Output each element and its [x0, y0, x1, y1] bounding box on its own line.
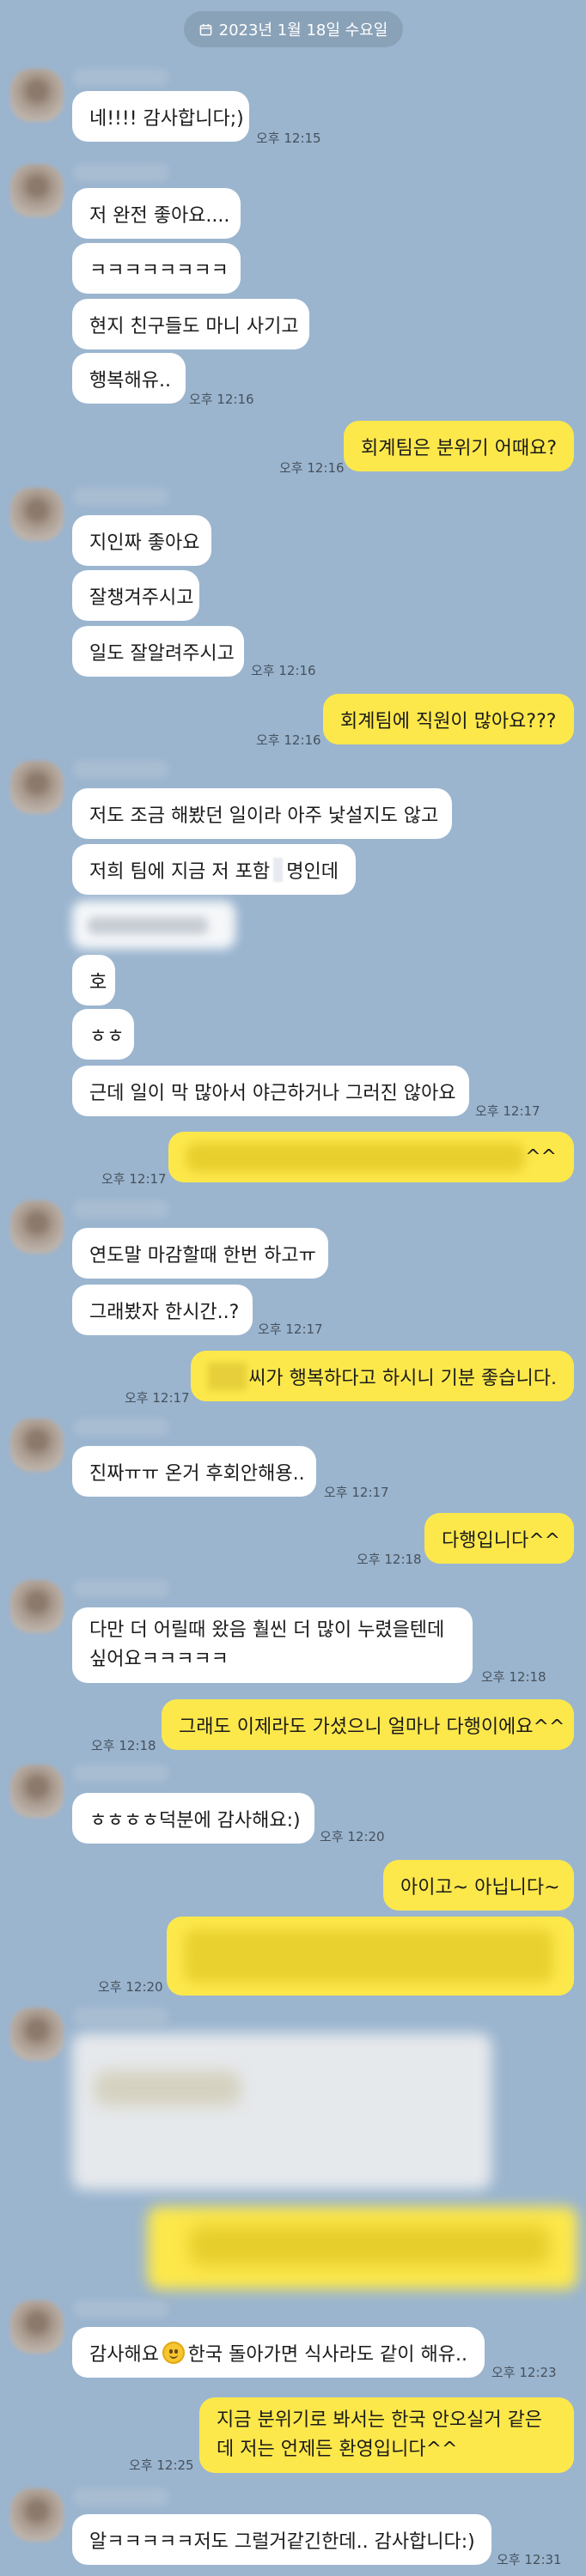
message-time: 오후 12:17 [324, 1485, 389, 1500]
message-time: 오후 12:25 [129, 2458, 194, 2473]
sender-name [74, 1419, 168, 1436]
avatar[interactable] [10, 488, 64, 541]
message-time: 오후 12:18 [357, 1552, 422, 1567]
message-time: 오후 12:16 [189, 392, 254, 407]
avatar[interactable] [10, 1419, 64, 1472]
message-bubble[interactable]: 지인짜 좋아요 [72, 515, 211, 566]
avatar[interactable] [10, 1200, 64, 1254]
avatar[interactable] [10, 1580, 64, 1633]
date-text: 2023년 1월 18일 수요일 [218, 21, 388, 39]
message-bubble[interactable]: 감사해요 한국 돌아가면 식사라도 같이 해유.. [72, 2327, 485, 2378]
message-text: 저희 팀에 지금 저 포함 [89, 860, 271, 883]
message-bubble[interactable]: 일도 잘알려주시고 [72, 626, 244, 677]
message-time: 오후 12:16 [256, 732, 321, 748]
sender-name [74, 2488, 168, 2506]
sender-name [74, 69, 168, 86]
sender-name [74, 2008, 168, 2025]
message-time: 오후 12:20 [98, 1979, 163, 1995]
message-bubble[interactable]: ㅎㅎㅎㅎ덕분에 감사해요:) [72, 1793, 314, 1844]
smile-emoji-icon [162, 2341, 185, 2364]
message-bubble[interactable]: 네!!!! 감사합니다;) [72, 91, 249, 142]
avatar[interactable] [10, 69, 64, 122]
sender-name [74, 1580, 168, 1597]
message-time: 오후 12:17 [475, 1103, 540, 1119]
message-bubble[interactable]: 지금 분위기로 봐서는 한국 안오실거 같은데 저는 언제든 환영입니다^^ [199, 2397, 574, 2473]
sender-name [74, 1200, 168, 1218]
redacted-image-detail [95, 2071, 241, 2105]
redacted-text [184, 1929, 553, 1983]
sender-name [74, 488, 168, 505]
calendar-icon [199, 23, 211, 35]
message-text: 한국 돌아가면 식사라도 같이 해유.. [187, 2343, 467, 2366]
message-bubble[interactable]: 현지 친구들도 마니 사기고 [72, 299, 309, 349]
redacted-number [273, 857, 284, 882]
message-bubble[interactable]: 진짜ㅠㅠ 온거 후회안해용.. [72, 1446, 316, 1497]
message-time: 오후 12:17 [258, 1321, 323, 1337]
redacted-name [208, 1362, 247, 1390]
redacted-image[interactable] [72, 2033, 491, 2190]
message-bubble[interactable]: 근데 일이 막 많아서 야근하거나 그러진 않아요 [72, 1066, 469, 1116]
avatar[interactable] [10, 1765, 64, 1818]
redacted-text [189, 2226, 550, 2265]
message-time: 오후 12:31 [497, 2552, 562, 2567]
message-text: 명인데 [286, 860, 339, 883]
message-bubble[interactable]: 아이고~ 아닙니다~ [383, 1860, 574, 1911]
message-time: 오후 12:18 [481, 1669, 546, 1685]
message-time: 오후 12:20 [320, 1829, 385, 1844]
message-bubble[interactable]: ^^ [168, 1132, 574, 1182]
avatar[interactable] [10, 2300, 64, 2354]
message-bubble[interactable]: 저희 팀에 지금 저 포함 명인데 [72, 844, 356, 895]
message-bubble[interactable]: 저 완전 좋아요.... [72, 188, 241, 239]
message-time: 오후 12:17 [125, 1390, 190, 1406]
message-time: 오후 12:23 [491, 2365, 557, 2380]
message-time: 오후 12:18 [91, 1738, 156, 1753]
sender-name [74, 761, 168, 778]
message-bubble[interactable]: 알ㅋㅋㅋㅋㅋ저도 그럴거같긴한데.. 감사합니다:) [72, 2514, 491, 2565]
avatar[interactable] [10, 761, 64, 814]
message-bubble[interactable]: 연도말 마감할때 한번 하고ㅠ [72, 1228, 328, 1279]
sender-name [74, 2300, 168, 2318]
message-bubble[interactable]: 다만 더 어릴때 왔음 훨씬 더 많이 누렸을텐데싶어요ㅋㅋㅋㅋㅋ [72, 1607, 473, 1683]
message-time: 오후 12:16 [251, 663, 316, 678]
message-bubble[interactable]: ㅋㅋㅋㅋㅋㅋㅋㅋ [72, 243, 241, 294]
message-bubble[interactable]: 행복해유.. [72, 353, 186, 404]
message-bubble[interactable]: 저도 조금 해봤던 일이라 아주 낯설지도 않고 [72, 788, 452, 839]
message-bubble[interactable]: 잘챙겨주시고 [72, 570, 199, 621]
message-text: 씨가 행복하다고 하시니 기분 좋습니다. [248, 1367, 557, 1389]
message-bubble[interactable]: 그래도 이제라도 가셨으니 얼마나 다행이에요^^ [162, 1699, 574, 1750]
message-bubble[interactable]: 회계팀에 직원이 많아요??? [323, 694, 574, 744]
message-bubble[interactable]: 회계팀은 분위기 어때요? [344, 421, 574, 471]
message-bubble[interactable] [167, 1917, 574, 1996]
message-bubble[interactable]: 씨가 행복하다고 하시니 기분 좋습니다. [191, 1351, 574, 1401]
avatar[interactable] [10, 2488, 64, 2542]
redacted-text [186, 1142, 526, 1172]
redacted-text [88, 917, 208, 934]
message-bubble[interactable]: 그래봤자 한시간..? [72, 1285, 253, 1335]
sender-name [74, 1765, 168, 1782]
date-divider: 2023년 1월 18일 수요일 [184, 11, 403, 47]
avatar[interactable] [10, 164, 64, 217]
sender-name [74, 164, 168, 181]
message-text: 감사해요 [89, 2343, 159, 2366]
message-text: ^^ [525, 1146, 557, 1168]
message-time: 오후 12:16 [279, 460, 345, 476]
message-bubble[interactable]: 호 [72, 955, 115, 1005]
message-bubble[interactable]: 다행입니다^^ [424, 1513, 574, 1564]
avatar[interactable] [10, 2008, 64, 2061]
message-time: 오후 12:17 [101, 1171, 167, 1187]
message-time: 오후 12:15 [256, 131, 321, 146]
message-bubble[interactable]: ㅎㅎ [72, 1009, 134, 1060]
